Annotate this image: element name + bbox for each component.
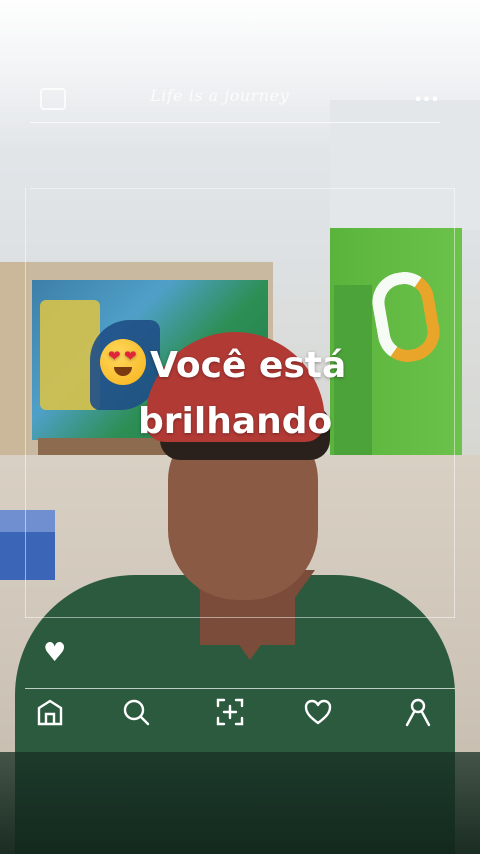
frame-bottom-line [25,617,455,618]
heart-eyes-emoji [100,339,146,385]
profile-icon[interactable] [402,696,438,732]
overlay-header: Life is a journey ... [0,82,480,122]
bottom-shade [0,752,480,854]
heart-outline-icon[interactable] [302,696,338,732]
caption-line-2: brilhando [138,401,333,442]
nav-divider [25,688,455,689]
frame-left-line [25,188,26,618]
frame-top-line-2 [30,188,455,189]
more-dots-icon[interactable]: ... [414,82,439,107]
caption-text: Você está brilhando [100,338,400,450]
home-icon[interactable] [34,696,70,732]
frame-top-line [30,122,440,123]
header-script-text: Life is a journey [150,86,290,105]
caption-line-1: Você está [150,345,347,386]
overlay-nav-bar [0,696,480,740]
heart-icon[interactable]: ♥ [43,640,66,666]
add-icon[interactable] [214,696,250,732]
camera-icon [40,88,66,110]
frame-right-line [454,188,455,618]
search-icon[interactable] [120,696,156,732]
